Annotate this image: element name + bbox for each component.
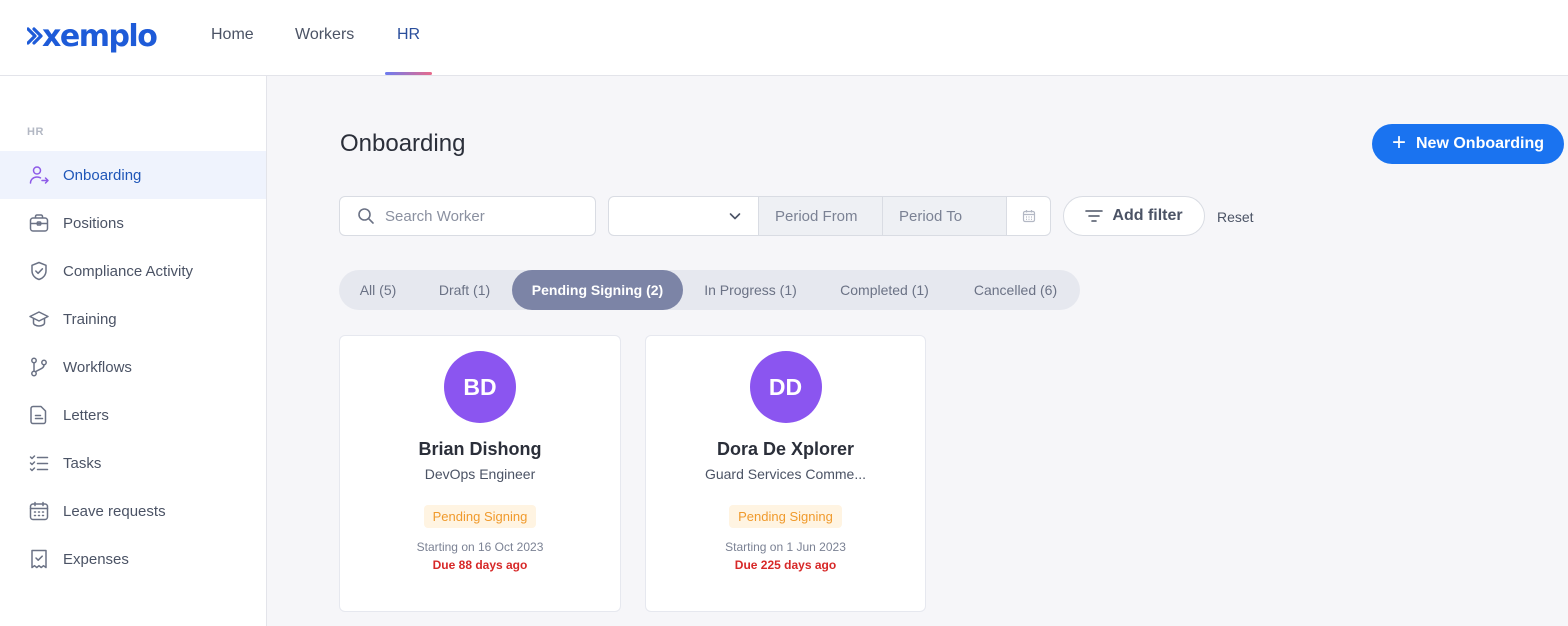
start-date: Starting on 1 Jun 2023 xyxy=(725,540,846,554)
reset-button[interactable]: Reset xyxy=(1217,209,1254,225)
sidebar-item-label: Positions xyxy=(63,214,124,232)
logo-text: xemplo xyxy=(42,18,158,54)
xemplo-logo[interactable]: xemplo xyxy=(27,18,158,54)
shield-check-icon xyxy=(28,260,50,282)
add-filter-label: Add filter xyxy=(1112,207,1183,224)
new-onboarding-button[interactable]: + New Onboarding xyxy=(1372,124,1564,164)
sidebar-item-label: Tasks xyxy=(63,454,102,472)
nav-home[interactable]: Home xyxy=(211,26,254,44)
status-badge: Pending Signing xyxy=(423,505,537,528)
period-select[interactable] xyxy=(609,197,759,235)
user-arrow-icon xyxy=(28,164,50,186)
plus-icon: + xyxy=(1391,128,1406,156)
sidebar-item-label: Onboarding xyxy=(63,166,142,184)
document-icon xyxy=(28,404,50,426)
search-box xyxy=(339,196,596,236)
calendar-icon xyxy=(1022,210,1035,223)
worker-name: Dora De Xplorer xyxy=(716,439,855,459)
worker-role: DevOps Engineer xyxy=(424,466,536,482)
due-text: Due 88 days ago xyxy=(432,558,528,572)
sidebar-item-label: Leave requests xyxy=(63,502,166,520)
tab-pending-signing[interactable]: Pending Signing (2) xyxy=(512,270,683,310)
onboarding-card[interactable]: BD Brian Dishong DevOps Engineer Pending… xyxy=(339,335,621,612)
sidebar-item-expenses[interactable]: Expenses xyxy=(0,535,266,583)
worker-name: Brian Dishong xyxy=(418,439,542,459)
calendar-picker-button[interactable] xyxy=(1007,197,1050,235)
status-badge: Pending Signing xyxy=(729,505,842,528)
logo-mark-icon xyxy=(27,27,43,45)
due-text: Due 225 days ago xyxy=(734,558,837,572)
chevron-down-icon xyxy=(729,213,741,220)
period-to-field[interactable]: Period To xyxy=(883,197,1007,235)
worker-role: Guard Services Comme... xyxy=(704,466,867,482)
sidebar-item-leave-requests[interactable]: Leave requests xyxy=(0,487,266,535)
briefcase-icon xyxy=(28,212,50,234)
sidebar-item-label: Training xyxy=(63,310,117,328)
tab-draft[interactable]: Draft (1) xyxy=(417,270,512,310)
sidebar-item-workflows[interactable]: Workflows xyxy=(0,343,266,391)
sidebar-item-label: Workflows xyxy=(63,358,132,376)
sidebar-item-training[interactable]: Training xyxy=(0,295,266,343)
period-from-field[interactable]: Period From xyxy=(759,197,883,235)
sidebar-item-label: Expenses xyxy=(63,550,129,568)
period-filter: Period From Period To xyxy=(608,196,1051,236)
tab-in-progress[interactable]: In Progress (1) xyxy=(683,270,818,310)
start-date: Starting on 16 Oct 2023 xyxy=(416,540,544,554)
tab-cancelled[interactable]: Cancelled (6) xyxy=(951,270,1080,310)
nav-hr[interactable]: HR xyxy=(397,26,420,44)
graduation-cap-icon xyxy=(28,308,50,330)
sidebar-item-letters[interactable]: Letters xyxy=(0,391,266,439)
sidebar-item-onboarding[interactable]: Onboarding xyxy=(0,151,266,199)
search-icon xyxy=(358,208,374,224)
tab-completed[interactable]: Completed (1) xyxy=(818,270,951,310)
sidebar-section-title: HR xyxy=(27,126,44,138)
status-badge-wrap: Pending Signing xyxy=(340,505,620,528)
active-nav-indicator xyxy=(385,72,432,75)
avatar: DD xyxy=(749,351,822,423)
status-badge-wrap: Pending Signing xyxy=(646,505,925,528)
status-tabs: All (5) Draft (1) Pending Signing (2) In… xyxy=(339,270,1080,310)
calendar-icon xyxy=(28,500,50,522)
sidebar-item-label: Letters xyxy=(63,406,109,424)
page-title: Onboarding xyxy=(340,130,466,157)
sidebar-item-positions[interactable]: Positions xyxy=(0,199,266,247)
sidebar-item-tasks[interactable]: Tasks xyxy=(0,439,266,487)
sidebar-item-label: Compliance Activity xyxy=(63,262,194,280)
sidebar-item-compliance-activity[interactable]: Compliance Activity xyxy=(0,247,266,295)
new-onboarding-label: New Onboarding xyxy=(1416,135,1544,152)
checklist-icon xyxy=(28,452,50,474)
filter-icon xyxy=(1085,210,1104,222)
onboarding-card[interactable]: DD Dora De Xplorer Guard Services Comme.… xyxy=(645,335,926,612)
branch-icon xyxy=(28,356,50,378)
tab-all[interactable]: All (5) xyxy=(339,270,417,310)
search-worker-input[interactable] xyxy=(385,207,575,225)
add-filter-button[interactable]: Add filter xyxy=(1063,196,1205,236)
avatar: BD xyxy=(444,351,516,423)
receipt-icon xyxy=(28,548,50,570)
nav-workers[interactable]: Workers xyxy=(295,26,354,44)
top-navigation-bar: xemplo Home Workers HR xyxy=(0,0,1568,76)
sidebar: HR Onboarding Positions Compliance Activ… xyxy=(0,76,267,626)
